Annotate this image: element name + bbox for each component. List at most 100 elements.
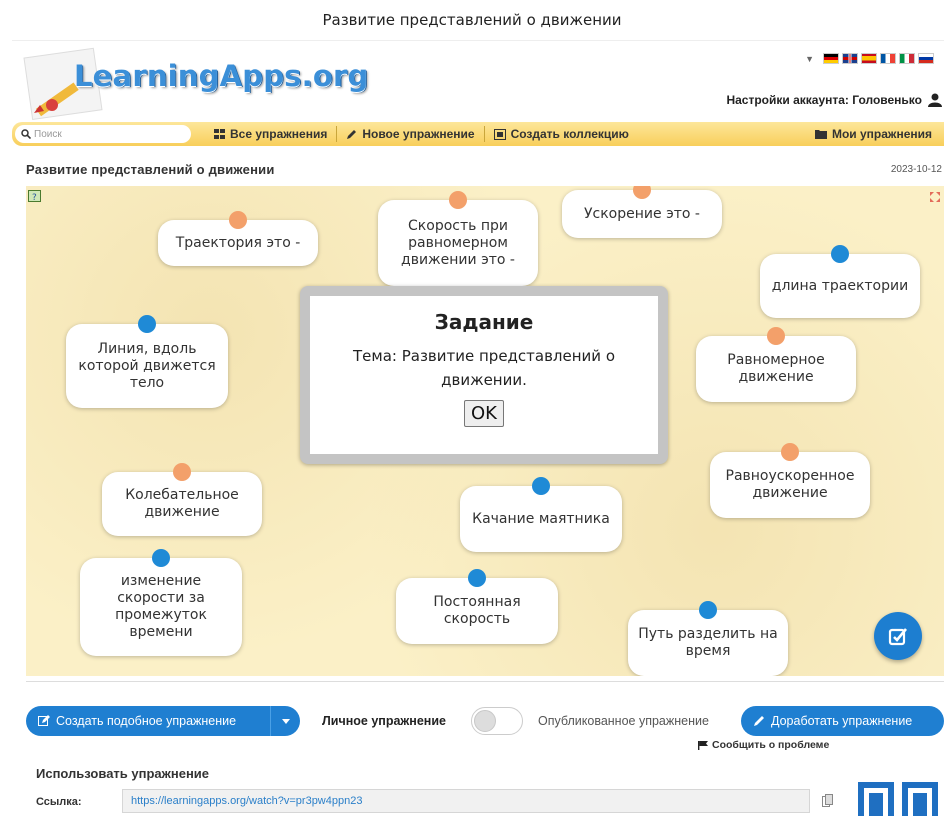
page-date: 2023-10-12 — [890, 164, 942, 175]
connector-dot[interactable] — [173, 463, 191, 481]
dialog-title: Задание — [434, 310, 534, 334]
ok-button[interactable]: OK — [464, 400, 504, 427]
qr-code-icon[interactable] — [858, 782, 940, 816]
connector-dot[interactable] — [781, 443, 799, 461]
user-icon[interactable] — [928, 93, 942, 107]
link-value[interactable]: https://learningapps.org/watch?v=pr3pw4p… — [131, 795, 362, 807]
improve-label: Доработать упражнение — [771, 714, 913, 728]
task-dialog-body: Задание Тема: Развитие представлений о д… — [310, 296, 658, 454]
search-icon — [21, 129, 31, 139]
nav-my-exercises-label: Мои упражнения — [831, 127, 932, 141]
language-selector[interactable]: ▼ — [805, 53, 934, 64]
connector-dot[interactable] — [152, 549, 170, 567]
visibility-toggle[interactable] — [471, 707, 523, 735]
card-text: Траектория это - — [175, 234, 301, 251]
collection-icon — [493, 128, 506, 140]
main-navbar: Поиск Все упражнения Новое упражнение Со… — [12, 122, 944, 146]
dialog-text: Тема: Развитие представлений о движении. — [352, 347, 616, 389]
card-trajectory[interactable]: Траектория это - — [158, 211, 318, 266]
logo[interactable]: LearningApps.org — [74, 59, 368, 93]
account-label[interactable]: Настройки аккаунта: Головенько — [726, 93, 922, 107]
toggle-knob[interactable] — [474, 710, 496, 732]
nav-my-exercises[interactable]: Мои упражнения — [806, 126, 944, 142]
flag-de-icon[interactable] — [823, 53, 839, 64]
link-field[interactable]: https://learningapps.org/watch?v=pr3pw4p… — [122, 789, 810, 813]
svg-text:?: ? — [32, 193, 37, 203]
connector-dot[interactable] — [633, 186, 651, 199]
chevron-down-icon — [281, 718, 290, 724]
connector-dot[interactable] — [449, 191, 467, 209]
search-input[interactable]: Поиск — [15, 125, 191, 143]
nav-create-collection-label: Создать коллекцию — [510, 127, 629, 141]
grid-icon — [214, 129, 225, 139]
chevron-down-icon[interactable]: ▼ — [805, 54, 814, 64]
card-acceleration[interactable]: Ускорение это - — [562, 186, 722, 238]
card-text: Равномерное движение — [727, 352, 825, 385]
connector-dot[interactable] — [468, 569, 486, 587]
exercise-board: ? Траектория это - Скорость при равномер… — [26, 186, 944, 676]
flag-fr-icon[interactable] — [880, 53, 896, 64]
nav-all-exercises-label: Все упражнения — [230, 127, 328, 141]
nav-new-exercise[interactable]: Новое упражнение — [336, 126, 483, 142]
nav-new-exercise-label: Новое упражнение — [362, 127, 475, 141]
card-text: Постоянная скорость — [433, 594, 521, 627]
card-oscillation[interactable]: Колебательное движение — [102, 463, 262, 536]
pencil-icon — [754, 716, 764, 726]
account-settings[interactable]: Настройки аккаунта: Головенько — [726, 93, 942, 107]
connector-dot[interactable] — [699, 601, 717, 619]
report-label: Сообщить о проблеме — [712, 739, 830, 751]
private-label: Личное упражнение — [322, 714, 446, 728]
card-text: Путь разделить на время — [638, 626, 778, 659]
board-divider — [26, 676, 944, 682]
card-text: Колебательное движение — [125, 487, 239, 520]
card-accelerated-motion[interactable]: Равноускоренное движение — [710, 443, 870, 518]
flag-it-icon[interactable] — [899, 53, 915, 64]
card-constant-speed[interactable]: Постоянная скорость — [396, 569, 558, 644]
card-line-along[interactable]: Линия, вдоль которой движется тело — [66, 315, 228, 408]
copy-icon[interactable] — [822, 794, 833, 807]
connector-dot[interactable] — [767, 327, 785, 345]
site-header: LearningApps.org ▼ Настройки аккаунта: Г… — [12, 40, 944, 122]
card-speed-uniform[interactable]: Скорость при равномерном движении это - — [378, 191, 538, 286]
card-path-length[interactable]: длина траектории — [760, 245, 920, 318]
use-section-title: Использовать упражнение — [36, 766, 210, 781]
card-uniform-motion[interactable]: Равномерное движение — [696, 327, 856, 402]
nav-create-collection[interactable]: Создать коллекцию — [483, 126, 638, 142]
connector-dot[interactable] — [138, 315, 156, 333]
card-distance-over-time[interactable]: Путь разделить на время — [628, 601, 788, 676]
report-problem-link[interactable]: Сообщить о проблеме — [698, 739, 829, 751]
connector-dot[interactable] — [831, 245, 849, 263]
connector-dot[interactable] — [532, 477, 550, 495]
edit-icon — [38, 715, 50, 726]
flag-ru-icon[interactable] — [918, 53, 934, 64]
card-pendulum[interactable]: Качание маятника — [460, 477, 622, 552]
check-solution-button[interactable] — [874, 612, 922, 660]
action-bar: Создать подобное упражнение Личное упраж… — [26, 706, 944, 738]
help-icon[interactable]: ? — [28, 190, 42, 204]
public-label: Опубликованное упражнение — [538, 714, 709, 728]
fullscreen-icon[interactable] — [930, 192, 940, 202]
card-text: Линия, вдоль которой движется тело — [78, 340, 216, 391]
card-text: длина траектории — [771, 277, 909, 294]
card-text: Качание маятника — [472, 510, 610, 527]
card-text: Равноускоренное движение — [725, 468, 855, 501]
connector-dot[interactable] — [229, 211, 247, 229]
pencil-icon — [347, 129, 357, 139]
improve-button[interactable]: Доработать упражнение — [741, 706, 944, 736]
figure-caption: Развитие представлений о движении — [322, 11, 622, 29]
create-similar-button[interactable]: Создать подобное упражнение — [26, 706, 300, 736]
page-title: Развитие представлений о движении — [26, 162, 275, 177]
task-dialog: Задание Тема: Развитие представлений о д… — [300, 286, 668, 464]
create-similar-label: Создать подобное упражнение — [56, 714, 237, 728]
nav-all-exercises[interactable]: Все упражнения — [205, 126, 336, 142]
create-similar-dropdown[interactable] — [270, 706, 300, 736]
card-text: Ускорение это - — [584, 205, 700, 222]
folder-icon — [814, 130, 827, 139]
check-icon — [888, 628, 908, 646]
card-text: Скорость при равномерном движении это - — [401, 217, 515, 268]
card-speed-change[interactable]: изменение скорости за промежуток времени — [80, 549, 242, 656]
link-label: Ссылка: — [36, 796, 82, 808]
flag-es-icon[interactable] — [861, 53, 877, 64]
search-placeholder: Поиск — [34, 128, 62, 140]
flag-uk-icon[interactable] — [842, 53, 858, 64]
